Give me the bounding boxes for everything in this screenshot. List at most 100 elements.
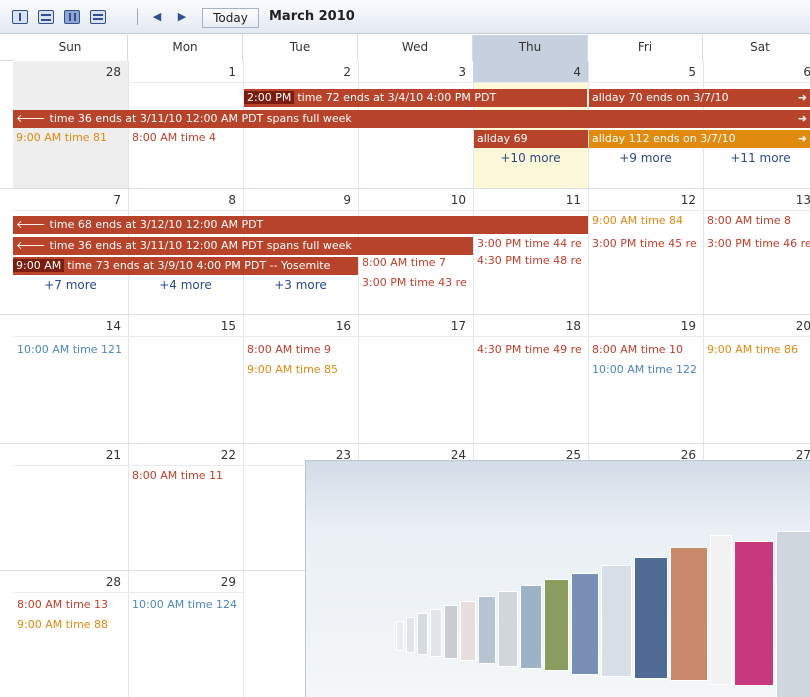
day-number[interactable]: 29	[128, 571, 243, 593]
cover-thumbnail	[601, 565, 632, 677]
event-bar[interactable]: 🡐 time 36 ends at 3/11/10 12:00 AM PDT sp…	[13, 237, 473, 255]
coverflow-overlay[interactable]	[305, 460, 810, 697]
event-bar[interactable]: allday 69	[474, 130, 588, 148]
day-number[interactable]: 3	[358, 61, 473, 83]
cover-thumbnail	[571, 573, 599, 675]
more-link[interactable]: +4 more	[128, 276, 243, 294]
event-bar[interactable]: 2:00 PM time 72 ends at 3/4/10 4:00 PM PD…	[244, 89, 587, 107]
month-view-icon[interactable]	[64, 10, 80, 24]
event-title: allday 69	[477, 132, 528, 145]
event-bar[interactable]: 🡐 time 68 ends at 3/12/10 12:00 AM PDT	[13, 216, 588, 234]
event-bar[interactable]: allday 112 ends on 3/7/10 ➜	[589, 130, 810, 148]
week-view-icon[interactable]	[38, 10, 54, 24]
list-view-icon[interactable]	[90, 10, 106, 24]
weekday-sat: Sat	[703, 35, 810, 61]
event-item[interactable]: 10:00 AM time 121	[17, 341, 122, 359]
next-arrow-icon[interactable]: ▶	[175, 9, 189, 25]
cover-thumbnail	[430, 609, 442, 657]
event-item[interactable]: 8:00 AM time 7	[362, 254, 446, 272]
more-link[interactable]: +10 more	[473, 149, 588, 167]
day-number[interactable]: 11	[473, 189, 588, 211]
event-bar[interactable]: 9:00 AM time 73 ends at 3/9/10 4:00 PM PD…	[13, 257, 358, 275]
day-number[interactable]: 10	[358, 189, 473, 211]
day-number[interactable]: 1	[128, 61, 243, 83]
event-item[interactable]: 9:00 AM time 81	[16, 129, 107, 147]
cover-thumbnail	[478, 596, 496, 664]
event-bar[interactable]: allday 70 ends on 3/7/10 ➜	[589, 89, 810, 107]
event-item[interactable]: 3:00 PM time 43 re	[362, 274, 472, 292]
day-number-today[interactable]: 4	[473, 61, 588, 83]
weekday-fri: Fri	[588, 35, 703, 61]
day-number[interactable]: 14	[13, 315, 128, 337]
event-item[interactable]: 3:00 PM time 44 re	[477, 235, 587, 253]
day-number[interactable]: 6	[703, 61, 810, 83]
event-item[interactable]: 8:00 AM time 4	[132, 129, 216, 147]
cover-thumbnail	[670, 547, 708, 681]
weekday-wed: Wed	[358, 35, 473, 61]
event-item[interactable]: 10:00 AM time 122	[592, 361, 702, 379]
day-number[interactable]: 18	[473, 315, 588, 337]
continues-left-icon: 🡐	[16, 239, 46, 252]
event-item[interactable]: 9:00 AM time 85	[247, 361, 338, 379]
continues-left-icon: 🡐	[16, 218, 46, 231]
day-number[interactable]: 15	[128, 315, 243, 337]
toolbar-separator	[137, 9, 138, 25]
event-item[interactable]: 10:00 AM time 124	[132, 596, 237, 614]
day-number[interactable]: 28	[13, 571, 128, 593]
day-number[interactable]: 13	[703, 189, 810, 211]
event-bar[interactable]: 🡐 time 36 ends at 3/11/10 12:00 AM PDT sp…	[13, 110, 810, 128]
continues-right-icon: ➜	[797, 112, 807, 125]
day-number[interactable]: 20	[703, 315, 810, 337]
cover-thumbnail	[544, 579, 569, 671]
event-item[interactable]: 9:00 AM time 88	[17, 616, 108, 634]
more-link[interactable]: +7 more	[13, 276, 128, 294]
event-item[interactable]: 4:30 PM time 48 re	[477, 252, 587, 270]
day-number[interactable]: 16	[243, 315, 358, 337]
continues-right-icon: ➜	[797, 91, 807, 104]
day-number[interactable]: 9	[243, 189, 358, 211]
event-item[interactable]: 4:30 PM time 49 re	[477, 341, 587, 359]
day-number[interactable]: 5	[588, 61, 703, 83]
cover-thumbnail	[710, 535, 732, 685]
cover-thumbnail	[417, 613, 428, 655]
weekday-header: Sun Mon Tue Wed Thu Fri Sat	[0, 35, 810, 61]
cover-thumbnail	[444, 605, 458, 659]
cover-thumbnail	[396, 621, 404, 651]
event-title: allday 112 ends on 3/7/10	[592, 132, 736, 145]
cover-thumbnail	[734, 541, 774, 686]
prev-arrow-icon[interactable]: ◀	[150, 9, 164, 25]
day-number[interactable]: 2	[243, 61, 358, 83]
event-item[interactable]: 8:00 AM time 10	[592, 341, 683, 359]
day-number[interactable]: 21	[13, 444, 128, 466]
event-item[interactable]: 9:00 AM time 86	[707, 341, 798, 359]
day-number[interactable]: 7	[13, 189, 128, 211]
cover-thumbnail	[520, 585, 542, 669]
event-item[interactable]: 8:00 AM time 13	[17, 596, 108, 614]
event-item[interactable]: 8:00 AM time 8	[707, 212, 791, 230]
day-number[interactable]: 19	[588, 315, 703, 337]
continues-left-icon: 🡐	[16, 112, 46, 125]
cover-thumbnail	[460, 601, 476, 661]
day-number[interactable]: 28	[13, 61, 128, 83]
continues-right-icon: ➜	[797, 132, 807, 145]
day-number[interactable]: 22	[128, 444, 243, 466]
day-view-icon[interactable]	[12, 10, 28, 24]
event-item[interactable]: 8:00 AM time 11	[132, 467, 223, 485]
event-item[interactable]: 9:00 AM time 84	[592, 212, 683, 230]
more-link[interactable]: +11 more	[703, 149, 810, 167]
weekday-tue: Tue	[243, 35, 358, 61]
today-button[interactable]: Today	[202, 8, 259, 28]
event-item[interactable]: 8:00 AM time 9	[247, 341, 331, 359]
event-title: time 68 ends at 3/12/10 12:00 AM PDT	[49, 218, 264, 231]
weekday-sun: Sun	[13, 35, 128, 61]
more-link[interactable]: +9 more	[588, 149, 703, 167]
event-title: allday 70 ends on 3/7/10	[592, 91, 729, 104]
event-time: 2:00 PM	[244, 91, 295, 104]
day-number[interactable]: 8	[128, 189, 243, 211]
event-title: time 72 ends at 3/4/10 4:00 PM PDT	[297, 91, 497, 104]
day-number[interactable]: 17	[358, 315, 473, 337]
day-number[interactable]: 12	[588, 189, 703, 211]
event-item[interactable]: 3:00 PM time 46 re	[707, 235, 810, 253]
more-link[interactable]: +3 more	[243, 276, 358, 294]
event-item[interactable]: 3:00 PM time 45 re	[592, 235, 702, 253]
